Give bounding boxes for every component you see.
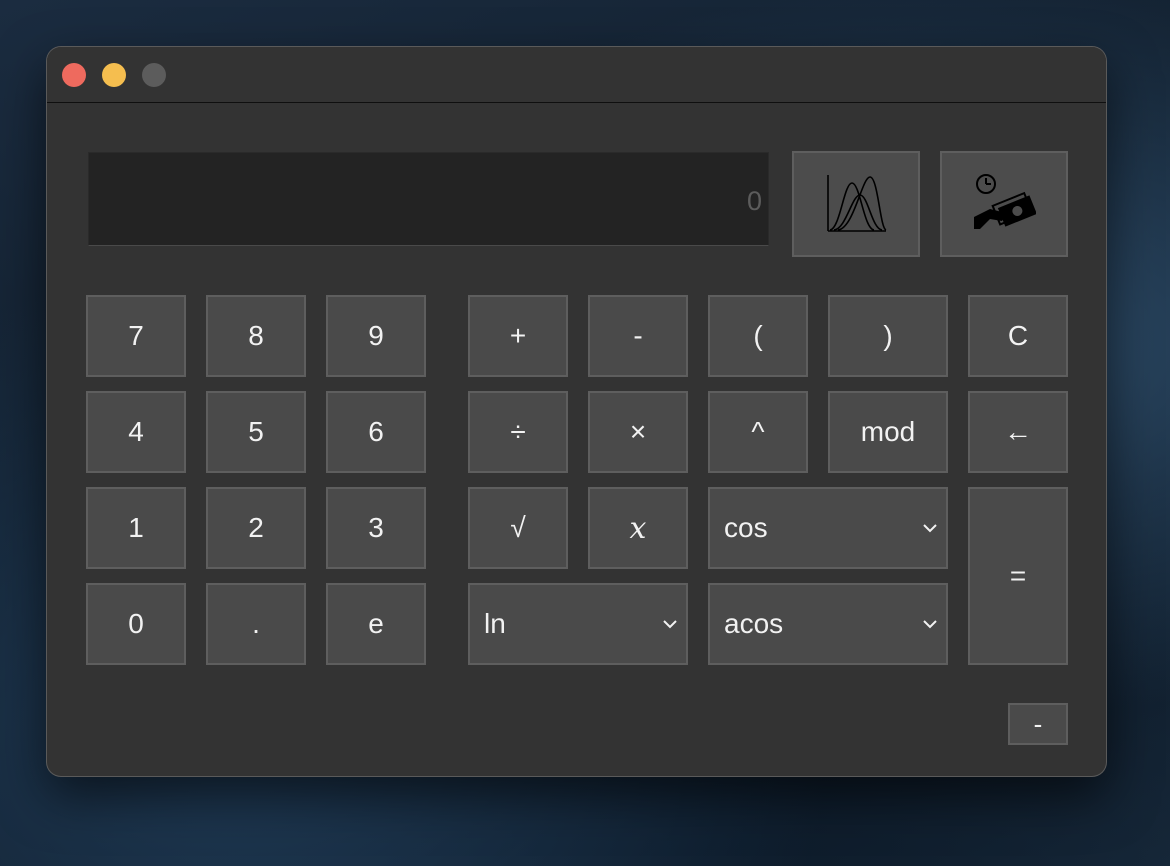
plus-button[interactable]: + [468, 295, 568, 377]
digit-9-button[interactable]: 9 [326, 295, 426, 377]
chevron-down-icon [923, 524, 937, 533]
log-function-value: ln [484, 608, 506, 639]
digit-0-button[interactable]: 0 [86, 583, 186, 665]
log-function-select[interactable]: ln [468, 583, 688, 665]
close-window-button[interactable] [62, 63, 86, 87]
mod-button[interactable]: mod [828, 391, 948, 473]
digit-2-button[interactable]: 2 [206, 487, 306, 569]
chevron-down-icon [663, 620, 677, 629]
display-value: 0 [746, 186, 762, 216]
inverse-trig-value: acos [724, 608, 784, 639]
title-bar[interactable] [47, 47, 1106, 103]
chevron-down-icon [923, 620, 937, 629]
result-display: 0 [88, 152, 769, 246]
digit-4-button[interactable]: 4 [86, 391, 186, 473]
trig-function-value: cos [724, 512, 768, 543]
divide-button[interactable]: ÷ [468, 391, 568, 473]
digit-7-button[interactable]: 7 [86, 295, 186, 377]
trig-function-select[interactable]: cos [708, 487, 948, 569]
money-time-icon [974, 174, 1036, 229]
clear-button[interactable]: C [968, 295, 1068, 377]
finance-button[interactable] [940, 151, 1068, 257]
sqrt-button[interactable]: √ [468, 487, 568, 569]
backspace-button[interactable]: ← [968, 391, 1068, 473]
equals-button[interactable]: = [968, 487, 1068, 665]
close-paren-button[interactable]: ) [828, 295, 948, 377]
digit-6-button[interactable]: 6 [326, 391, 426, 473]
distribution-chart-icon [827, 175, 887, 232]
digit-3-button[interactable]: 3 [326, 487, 426, 569]
minus-button[interactable]: - [588, 295, 688, 377]
digit-1-button[interactable]: 1 [86, 487, 186, 569]
maximize-window-button[interactable] [142, 63, 166, 87]
euler-e-button[interactable]: e [326, 583, 426, 665]
digit-5-button[interactable]: 5 [206, 391, 306, 473]
minimize-window-button[interactable] [102, 63, 126, 87]
variable-x-button[interactable]: x [588, 487, 688, 569]
distribution-button[interactable] [792, 151, 920, 257]
digit-8-button[interactable]: 8 [206, 295, 306, 377]
calculator-window: 0 7 8 9 4 5 6 1 2 3 0 . e + - () C ÷ × … [47, 47, 1106, 776]
power-button[interactable]: ^ [708, 391, 808, 473]
inverse-trig-select[interactable]: acos [708, 583, 948, 665]
decimal-point-button[interactable]: . [206, 583, 306, 665]
collapse-button[interactable]: - [1008, 703, 1068, 745]
multiply-button[interactable]: × [588, 391, 688, 473]
open-paren-button[interactable]: ( [708, 295, 808, 377]
